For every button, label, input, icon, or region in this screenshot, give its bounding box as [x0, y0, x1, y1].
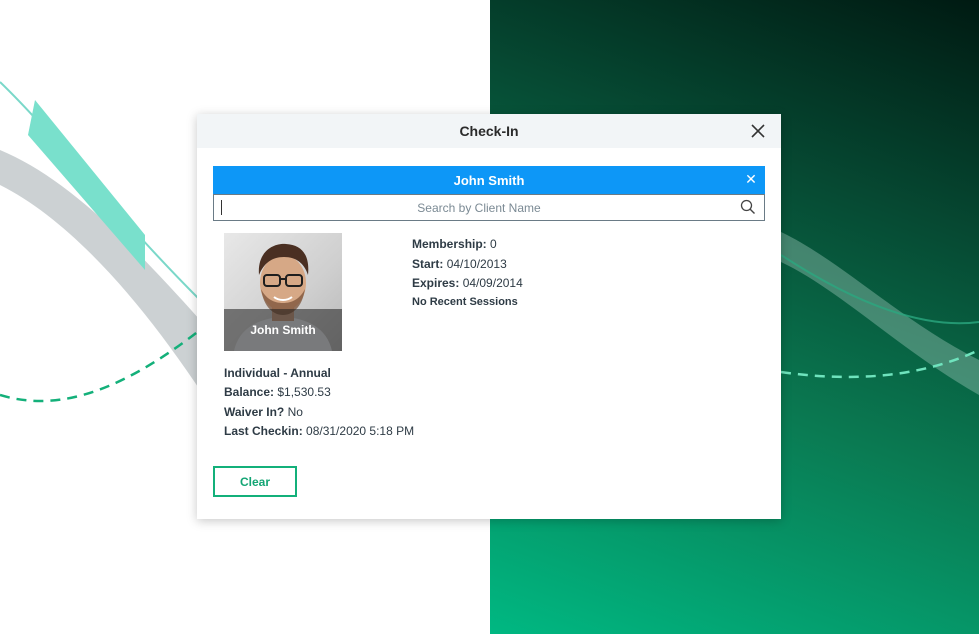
start-value: 04/10/2013	[446, 256, 507, 271]
search-field	[213, 194, 765, 221]
waiver-row: Waiver In? No	[224, 403, 414, 422]
photo-caption: John Smith	[224, 309, 342, 351]
waiver-value: No	[287, 404, 303, 419]
start-row: Start: 04/10/2013	[412, 255, 523, 275]
waiver-label: Waiver In?	[224, 404, 285, 419]
plan-row: Individual - Annual	[224, 364, 414, 383]
expires-value: 04/09/2014	[462, 276, 523, 290]
modal-title: Check-In	[459, 123, 519, 139]
clear-client-icon[interactable]: ✕	[743, 171, 759, 187]
sessions-note: No Recent Sessions	[412, 295, 518, 308]
expires-label: Expires:	[412, 276, 460, 290]
search-input[interactable]	[214, 195, 764, 220]
last-checkin-label: Last Checkin:	[224, 423, 303, 438]
close-icon[interactable]	[749, 122, 767, 140]
last-checkin-value: 08/31/2020 5:18 PM	[306, 423, 415, 438]
expires-row: Expires: 04/09/2014	[412, 274, 523, 294]
selected-client-bar: John Smith ✕	[213, 166, 765, 194]
balance-row: Balance: $1,530.53	[224, 383, 414, 402]
balance-label: Balance:	[224, 385, 275, 400]
last-checkin-row: Last Checkin: 08/31/2020 5:18 PM	[224, 422, 414, 441]
search-icon[interactable]	[740, 199, 756, 215]
modal-header: Check-In	[197, 114, 781, 148]
clear-button[interactable]: Clear	[213, 466, 297, 497]
balance-value: $1,530.53	[277, 385, 331, 400]
plan-name: Individual - Annual	[224, 366, 331, 380]
selected-client-name: John Smith	[453, 172, 525, 188]
checkin-modal: Check-In John Smith ✕ Search by Client N…	[197, 114, 781, 519]
membership-label: Membership:	[412, 237, 487, 251]
start-label: Start:	[412, 256, 444, 271]
text-caret	[221, 200, 222, 215]
membership-value: 0	[490, 237, 497, 251]
membership-info: Membership: 0 Start: 04/10/2013 Expires:…	[412, 235, 523, 310]
account-info: Individual - Annual Balance: $1,530.53 W…	[224, 364, 414, 441]
membership-row: Membership: 0	[412, 235, 523, 255]
client-photo: John Smith	[224, 233, 342, 351]
